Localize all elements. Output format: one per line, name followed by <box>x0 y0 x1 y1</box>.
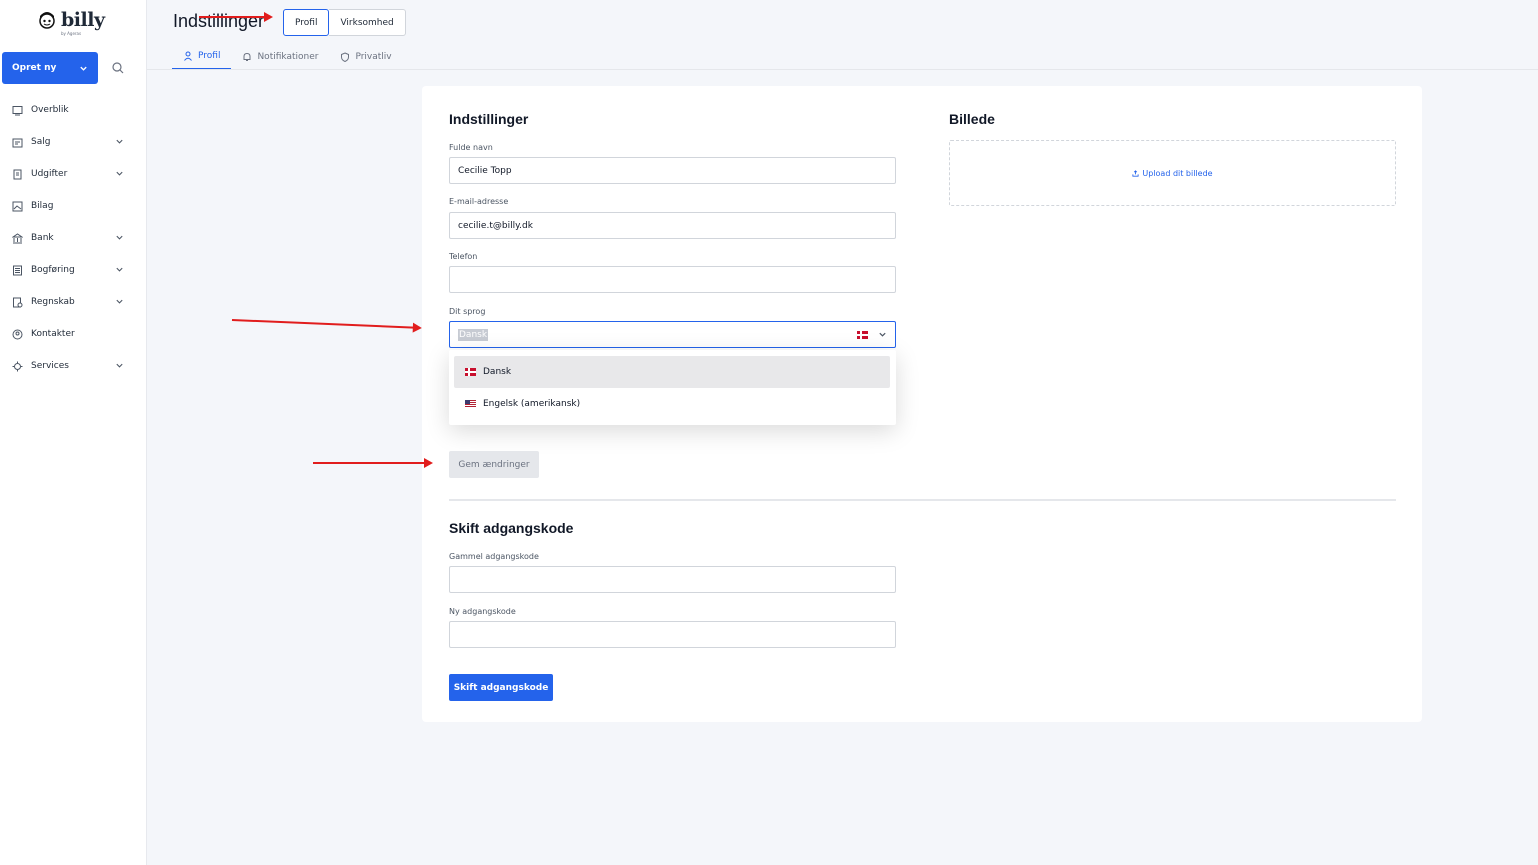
sidebar-item-label: Bilag <box>31 201 54 211</box>
sidebar-item-bogforing[interactable]: Bogføring <box>0 254 147 286</box>
us-flag-icon <box>465 400 476 408</box>
upload-label: Upload dit billede <box>1142 168 1213 178</box>
settings-card: Indstillinger Fulde navn Cecilie Topp E-… <box>422 86 1422 722</box>
save-changes-button[interactable]: Gem ændringer <box>449 451 539 478</box>
create-new-label: Opret ny <box>12 63 57 73</box>
search-icon[interactable] <box>110 60 126 76</box>
old-password-label: Gammel adgangskode <box>449 552 539 561</box>
chevron-down-icon <box>116 235 123 240</box>
sidebar-item-bilag[interactable]: Bilag <box>0 190 147 222</box>
denmark-flag-icon <box>465 368 476 376</box>
option-label: Dansk <box>483 367 512 377</box>
language-option-dansk[interactable]: Dansk <box>454 356 890 388</box>
language-dropdown: Dansk Engelsk (amerikansk) <box>449 350 896 425</box>
tab-label: Profil <box>198 51 221 61</box>
sidebar-item-salg[interactable]: Salg <box>0 126 147 158</box>
sidebar-item-overblik[interactable]: Overblik <box>0 94 147 126</box>
chevron-down-icon <box>80 66 87 71</box>
sidebar-item-regnskab[interactable]: Regnskab <box>0 286 147 318</box>
sidebar-item-kontakter[interactable]: Kontakter <box>0 318 147 350</box>
expenses-icon <box>11 168 23 180</box>
phone-label: Telefon <box>449 252 478 261</box>
sidebar: billy by Ageras Opret ny Overblik Salg U… <box>0 0 147 865</box>
header-divider <box>147 69 1538 70</box>
chevron-down-icon <box>116 267 123 272</box>
annotation-arrow <box>231 319 420 329</box>
language-select-controls <box>857 330 887 339</box>
email-label: E-mail-adresse <box>449 197 509 206</box>
chevron-down-icon <box>116 171 123 176</box>
language-selected-value: Dansk <box>458 328 489 341</box>
tab-label: Privatliv <box>355 52 392 62</box>
brand-sub: by Ageras <box>61 31 82 36</box>
upload-picture-button[interactable]: Upload dit billede <box>949 140 1396 206</box>
sidebar-item-udgifter[interactable]: Udgifter <box>0 158 147 190</box>
denmark-flag-icon <box>857 330 868 339</box>
sidebar-item-label: Bogføring <box>31 265 75 275</box>
phone-field[interactable] <box>449 266 896 293</box>
chevron-down-icon <box>879 332 886 337</box>
language-select[interactable]: Dansk <box>449 321 896 348</box>
settings-segment-control: Profil Virksomhed <box>283 9 406 36</box>
user-icon <box>184 51 192 61</box>
language-label: Dit sprog <box>449 307 486 316</box>
full-name-label: Fulde navn <box>449 143 493 152</box>
segment-virksomhed[interactable]: Virksomhed <box>329 9 406 36</box>
tab-profil[interactable]: Profil <box>172 44 232 70</box>
upload-icon <box>1132 169 1139 177</box>
tab-privatliv[interactable]: Privatliv <box>329 44 402 70</box>
sales-icon <box>11 136 23 148</box>
section-divider <box>449 499 1396 501</box>
sidebar-item-services[interactable]: Services <box>0 350 147 382</box>
sidebar-item-bank[interactable]: Bank <box>0 222 147 254</box>
sidebar-item-label: Salg <box>31 137 51 147</box>
sidebar-item-label: Kontakter <box>31 329 75 339</box>
profile-subtabs: Profil Notifikationer Privatliv <box>172 44 403 70</box>
new-password-field[interactable] <box>449 621 896 648</box>
segment-profil[interactable]: Profil <box>283 9 330 36</box>
sidebar-item-label: Regnskab <box>31 297 75 307</box>
create-new-button[interactable]: Opret ny <box>2 52 98 84</box>
settings-heading: Indstillinger <box>449 111 529 127</box>
old-password-field[interactable] <box>449 566 896 593</box>
annotation-arrow <box>313 458 433 468</box>
bookkeeping-icon <box>11 264 23 276</box>
shield-icon <box>341 52 350 62</box>
email-value: cecilie.t@billy.dk <box>458 220 533 231</box>
sidebar-nav: Overblik Salg Udgifter Bilag Bank Bogfør… <box>0 94 147 382</box>
contacts-icon <box>11 328 23 340</box>
email-field[interactable]: cecilie.t@billy.dk <box>449 212 896 239</box>
full-name-field[interactable]: Cecilie Topp <box>449 157 896 184</box>
services-icon <box>11 360 23 372</box>
password-heading: Skift adgangskode <box>449 520 574 536</box>
chevron-down-icon <box>116 363 123 368</box>
change-password-button[interactable]: Skift adgangskode <box>449 674 553 701</box>
annotation-arrow <box>199 12 273 22</box>
sidebar-item-label: Services <box>31 361 69 371</box>
option-label: Engelsk (amerikansk) <box>483 399 581 409</box>
tab-notifikationer[interactable]: Notifikationer <box>231 44 329 70</box>
attachments-icon <box>11 200 23 212</box>
accounting-icon <box>11 296 23 308</box>
overview-icon <box>11 104 23 116</box>
page-title: Indstillinger <box>173 11 265 31</box>
sidebar-item-label: Bank <box>31 233 54 243</box>
sidebar-item-label: Udgifter <box>31 169 68 179</box>
bank-icon <box>11 232 23 244</box>
sidebar-item-label: Overblik <box>31 105 69 115</box>
bell-icon <box>243 52 251 61</box>
picture-heading: Billede <box>949 111 995 127</box>
new-password-label: Ny adgangskode <box>449 607 516 616</box>
chevron-down-icon <box>116 139 123 144</box>
brand-name: billy <box>61 9 105 31</box>
tab-label: Notifikationer <box>257 52 319 62</box>
billy-mascot-icon <box>39 12 55 29</box>
language-option-engelsk[interactable]: Engelsk (amerikansk) <box>454 388 890 420</box>
logo[interactable]: billy by Ageras <box>37 9 105 36</box>
full-name-value: Cecilie Topp <box>458 165 512 176</box>
chevron-down-icon <box>116 299 123 304</box>
